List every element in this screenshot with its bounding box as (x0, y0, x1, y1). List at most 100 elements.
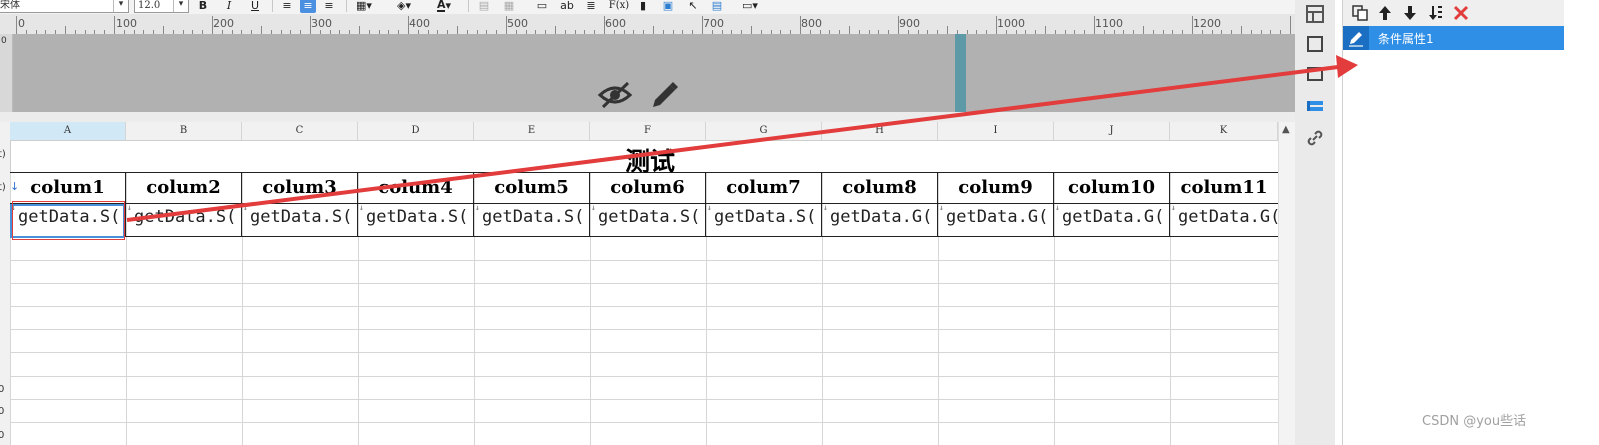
ruler-label: 100 (116, 17, 137, 30)
row-label[interactable]: t) (0, 182, 6, 193)
column-header-k[interactable]: K (1170, 122, 1278, 140)
row-label[interactable]: 0 (0, 384, 4, 395)
column-header-e[interactable]: E (474, 122, 590, 140)
formula-button[interactable]: F(x) (608, 0, 630, 13)
data-cell-text: getData.G( (1178, 207, 1278, 227)
frame-select-icon[interactable]: ▭▾ (736, 0, 764, 13)
bold-button[interactable]: B (196, 0, 210, 13)
align-right-icon[interactable]: ≡ (322, 0, 336, 13)
data-cell[interactable]: ↓ getData.S( (242, 204, 358, 236)
row-label[interactable]: t) (0, 149, 6, 160)
data-cell[interactable]: ↓ getData.S( (126, 204, 242, 236)
slash-icon[interactable]: ↖ (686, 0, 700, 13)
ruler-label: 400 (409, 17, 430, 30)
document-icon[interactable]: ▤ (710, 0, 724, 13)
font-family-select[interactable]: 宋体 ▾ (0, 0, 129, 13)
arrow-up-icon[interactable] (1376, 4, 1394, 22)
column-width-marker[interactable] (955, 34, 966, 112)
border-icon[interactable]: ▦▾ (352, 0, 376, 13)
scroll-up-icon[interactable]: ▲ (1282, 124, 1290, 135)
row-label[interactable]: 0 (0, 406, 4, 417)
data-cell[interactable]: ↓ getData.G( (938, 204, 1054, 236)
image-icon[interactable]: ▣ (660, 0, 676, 13)
header-cell[interactable]: colum9 (938, 173, 1054, 203)
move-to-bottom-icon[interactable] (1426, 4, 1444, 22)
fill-color-icon[interactable]: ◈▾ (392, 0, 416, 13)
vertical-scrollbar[interactable]: ▲ (1278, 122, 1295, 445)
header-cell[interactable]: colum6 (590, 173, 706, 203)
underline-button[interactable]: U (248, 0, 262, 13)
column-header-a[interactable]: A (10, 122, 126, 140)
arrow-down-icon[interactable] (1401, 4, 1419, 22)
column-header-b[interactable]: B (126, 122, 242, 140)
grid-row-line (10, 376, 1278, 377)
square-icon[interactable] (1304, 33, 1326, 55)
condition-item[interactable]: 条件属性1 (1343, 26, 1564, 50)
pencil-icon (1349, 32, 1363, 47)
cell-properties-icon[interactable] (1304, 3, 1326, 25)
link-icon[interactable] (1304, 127, 1326, 149)
column-header-j[interactable]: J (1054, 122, 1170, 140)
header-cell[interactable]: colum8 (822, 173, 938, 203)
header-cell[interactable]: colum3 (242, 173, 358, 203)
header-cell[interactable]: colum10 (1054, 173, 1170, 203)
column-header-i[interactable]: I (938, 122, 1054, 140)
column-header-d[interactable]: D (358, 122, 474, 140)
font-size-select[interactable]: 12.0 ▾ (134, 0, 189, 13)
merge-cells-icon[interactable]: ▤ (477, 0, 491, 13)
column-header-c[interactable]: C (242, 122, 358, 140)
ruler-tick (1143, 26, 1144, 34)
data-cell[interactable]: ↓ getData.G( (822, 204, 938, 236)
font-color-button[interactable]: A ▾ (430, 0, 458, 13)
vertical-ruler: 0 (0, 34, 13, 112)
wrap-text-icon[interactable]: ≣ (584, 0, 598, 13)
ruler-tick (114, 16, 115, 34)
header-cell[interactable]: colum1 (10, 173, 126, 203)
header-cell[interactable]: colum5 (474, 173, 590, 203)
eye-off-icon[interactable] (597, 80, 633, 110)
ruler-tick (849, 26, 850, 34)
ruler-label: 800 (801, 17, 822, 30)
watermark: CSDN @you些话 (1422, 414, 1527, 429)
text-ab-button[interactable]: ab (558, 0, 576, 13)
row-label[interactable]: 0 (0, 430, 4, 441)
ruler-label: 900 (899, 17, 920, 30)
condition-property-icon[interactable] (1304, 95, 1326, 117)
ruler-tick (212, 16, 213, 34)
align-center-icon[interactable]: ≡ (300, 0, 316, 13)
report-sheet[interactable]: 测试 ↓ colum1 colum2 colum3 colum4 colum5 … (10, 140, 1278, 445)
column-header-f[interactable]: F (590, 122, 706, 140)
ruler-label: 300 (311, 17, 332, 30)
edit-condition-button[interactable] (1343, 26, 1369, 50)
column-header-g[interactable]: G (706, 122, 822, 140)
data-cell[interactable]: ↓ getData.S( (706, 204, 822, 236)
chevron-down-icon: ▾ (173, 0, 188, 12)
ruler-tick (604, 16, 605, 34)
data-cell[interactable]: ↓ getData.G( (1170, 204, 1278, 236)
header-cell[interactable]: colum2 (126, 173, 242, 203)
pencil-icon[interactable] (648, 80, 680, 112)
column-header-h[interactable]: H (822, 122, 938, 140)
grid-row-line (10, 399, 1278, 400)
copy-icon[interactable] (1351, 4, 1369, 22)
split-cells-icon[interactable]: ▦ (502, 0, 516, 13)
data-cell[interactable]: ↓ getData.S( (474, 204, 590, 236)
delete-icon[interactable] (1452, 4, 1470, 22)
data-cell-text: getData.S( (366, 207, 469, 227)
bar-chart-icon[interactable]: ▮ (636, 0, 650, 13)
data-cell[interactable]: ↓ getData.G( (1054, 204, 1170, 236)
header-cell[interactable]: colum7 (706, 173, 822, 203)
insert-row-icon[interactable]: ▭ (535, 0, 549, 13)
ruler-tick (653, 26, 654, 34)
header-cell[interactable]: colum4 (358, 173, 474, 203)
data-cell-text: getData.S( (482, 207, 585, 227)
italic-button[interactable]: I (222, 0, 236, 13)
form-icon[interactable] (1304, 62, 1326, 84)
data-cell[interactable]: ↓ getData.S( (358, 204, 474, 236)
align-left-icon[interactable]: ≡ (280, 0, 294, 13)
header-cell[interactable]: colum11 (1170, 173, 1278, 203)
ruler-tick (16, 16, 17, 34)
data-cell[interactable]: ↓ getData.S( (590, 204, 706, 236)
data-cell-text: getData.S( (598, 207, 701, 227)
annotation-box (12, 201, 125, 240)
